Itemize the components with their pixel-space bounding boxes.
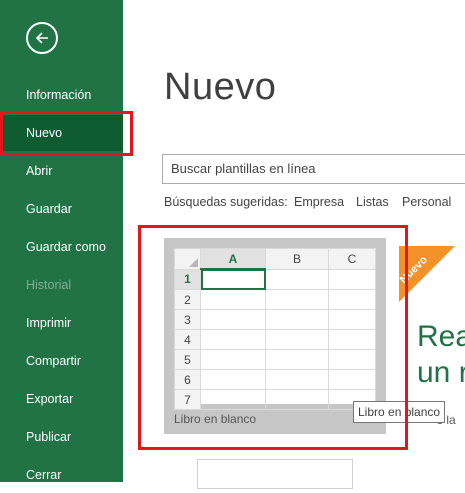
page-title: Nuevo: [164, 66, 277, 108]
highlight-blank-template: [138, 225, 408, 450]
search-input[interactable]: Buscar plantillas en línea: [162, 154, 465, 184]
suggested-link-listas[interactable]: Listas: [356, 195, 389, 209]
sidebar-item-informacion[interactable]: Información: [0, 77, 123, 113]
sidebar-item-publicar[interactable]: Publicar: [0, 419, 123, 455]
backstage-sidebar: Información Nuevo Abrir Guardar Guardar …: [0, 0, 123, 482]
sidebar-item-guardar-como[interactable]: Guardar como: [0, 229, 123, 265]
sidebar-item-abrir[interactable]: Abrir: [0, 153, 123, 189]
sidebar-item-cerrar[interactable]: Cerrar: [0, 457, 123, 493]
sidebar-item-guardar[interactable]: Guardar: [0, 191, 123, 227]
suggested-link-empresa[interactable]: Empresa: [294, 195, 344, 209]
sidebar-item-compartir[interactable]: Compartir: [0, 343, 123, 379]
template-card-next[interactable]: [197, 459, 353, 489]
tour-title-line1: Rea: [417, 320, 465, 353]
sidebar-item-imprimir[interactable]: Imprimir: [0, 305, 123, 341]
highlight-nuevo: [0, 111, 133, 156]
tour-title-line2: un r: [417, 356, 465, 389]
tour-template-card[interactable]: Nuevo Rea un r s la: [399, 246, 465, 426]
sidebar-item-historial: Historial: [26, 278, 72, 292]
suggested-searches-label: Búsquedas sugeridas:: [164, 195, 288, 209]
suggested-link-personal[interactable]: Personal: [402, 195, 451, 209]
back-arrow-icon: [35, 32, 48, 44]
sidebar-item-exportar[interactable]: Exportar: [0, 381, 123, 417]
back-button[interactable]: [26, 22, 58, 54]
